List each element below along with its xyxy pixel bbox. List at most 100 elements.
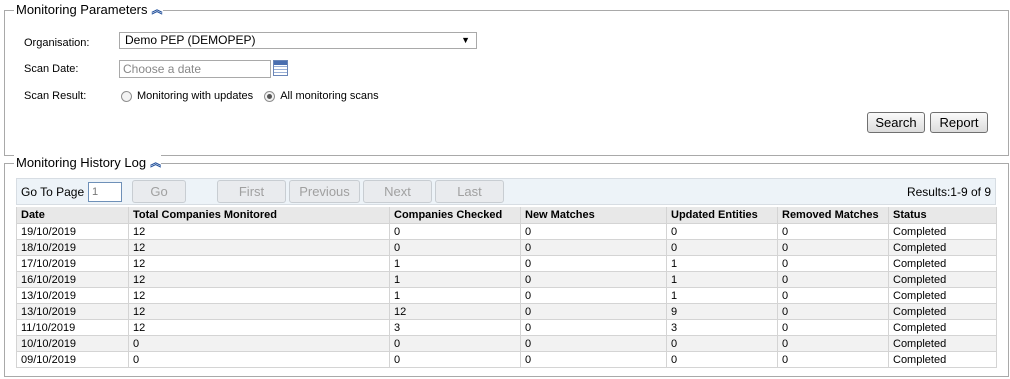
page-number-input[interactable]: 1 <box>88 182 122 202</box>
column-header[interactable]: Updated Entities <box>666 207 778 224</box>
radio-all-monitoring-scans[interactable] <box>264 90 276 102</box>
table-cell: 0 <box>520 319 667 336</box>
table-cell: 0 <box>520 351 667 368</box>
go-to-page-label: Go To Page <box>21 185 85 199</box>
table-cell: 0 <box>520 239 667 256</box>
table-cell: 0 <box>666 239 778 256</box>
table-cell: 1 <box>666 271 778 288</box>
table-cell: 0 <box>666 335 778 352</box>
table-cell: 1 <box>389 271 521 288</box>
table-row[interactable]: 13/10/2019 12 12 0 9 0 Completed <box>16 303 997 320</box>
go-button[interactable]: Go <box>132 180 186 203</box>
table-cell: 0 <box>777 239 889 256</box>
column-header[interactable]: Companies Checked <box>389 207 521 224</box>
table-cell: 0 <box>777 319 889 336</box>
radio-label-all-monitoring-scans: All monitoring scans <box>280 90 379 102</box>
table-cell: Completed <box>888 271 997 288</box>
radio-label-monitoring-with-updates: Monitoring with updates <box>137 90 254 102</box>
previous-page-button[interactable]: Previous <box>289 180 360 203</box>
table-cell: 18/10/2019 <box>16 239 129 256</box>
table-cell: 16/10/2019 <box>16 271 129 288</box>
table-cell: 0 <box>128 335 390 352</box>
table-row[interactable]: 11/10/2019 12 3 0 3 0 Completed <box>16 319 997 336</box>
column-header[interactable]: Total Companies Monitored <box>128 207 390 224</box>
panel-title: Monitoring History Log <box>16 155 147 170</box>
panel-title: Monitoring Parameters <box>16 2 148 17</box>
dropdown-arrow-icon: ▼ <box>461 35 470 45</box>
table-cell: 12 <box>128 239 390 256</box>
table-cell: 12 <box>128 303 390 320</box>
first-page-button[interactable]: First <box>217 180 286 203</box>
monitoring-history-legend[interactable]: Monitoring History Log ︽ <box>14 155 162 170</box>
next-page-button[interactable]: Next <box>363 180 432 203</box>
table-cell: 0 <box>777 271 889 288</box>
table-cell: Completed <box>888 335 997 352</box>
report-button[interactable]: Report <box>930 112 988 133</box>
column-header[interactable]: Removed Matches <box>777 207 889 224</box>
table-row[interactable]: 10/10/2019 0 0 0 0 0 Completed <box>16 335 997 352</box>
scan-date-input[interactable]: Choose a date <box>119 60 271 78</box>
table-cell: 3 <box>666 319 778 336</box>
table-cell: 17/10/2019 <box>16 255 129 272</box>
history-table: Date Total Companies Monitored Companies C… <box>16 207 997 368</box>
table-cell: 9 <box>666 303 778 320</box>
table-row[interactable]: 18/10/2019 12 0 0 0 0 Completed <box>16 239 997 256</box>
table-cell: 0 <box>389 223 521 240</box>
table-cell: Completed <box>888 303 997 320</box>
table-cell: 12 <box>128 223 390 240</box>
table-cell: 19/10/2019 <box>16 223 129 240</box>
table-row[interactable]: 13/10/2019 12 1 0 1 0 Completed <box>16 287 997 304</box>
table-cell: 12 <box>128 319 390 336</box>
table-cell: 0 <box>777 335 889 352</box>
table-cell: 12 <box>128 255 390 272</box>
table-cell: 0 <box>777 223 889 240</box>
column-header[interactable]: Date <box>16 207 129 224</box>
table-cell: 0 <box>666 351 778 368</box>
double-chevron-up-icon[interactable]: ︽ <box>152 4 163 15</box>
table-row[interactable]: 16/10/2019 12 1 0 1 0 Completed <box>16 271 997 288</box>
table-cell: 0 <box>520 255 667 272</box>
table-cell: 13/10/2019 <box>16 303 129 320</box>
table-cell: 0 <box>389 335 521 352</box>
table-cell: 12 <box>389 303 521 320</box>
table-cell: 0 <box>777 255 889 272</box>
table-cell: 1 <box>666 255 778 272</box>
column-header[interactable]: Status <box>888 207 997 224</box>
scan-result-label: Scan Result: <box>24 90 87 102</box>
table-cell: 3 <box>389 319 521 336</box>
table-cell: 13/10/2019 <box>16 287 129 304</box>
table-cell: 0 <box>520 271 667 288</box>
table-cell: 0 <box>389 239 521 256</box>
radio-monitoring-with-updates[interactable] <box>121 90 132 102</box>
table-cell: Completed <box>888 255 997 272</box>
column-header[interactable]: New Matches <box>520 207 667 224</box>
monitoring-parameters-legend[interactable]: Monitoring Parameters ︽ <box>14 2 163 17</box>
organisation-select[interactable]: Demo PEP (DEMOPEP) ▼ <box>119 32 477 49</box>
calendar-icon[interactable] <box>273 60 288 76</box>
table-cell: 0 <box>128 351 390 368</box>
organisation-label: Organisation: <box>24 37 90 49</box>
double-chevron-up-icon[interactable]: ︽ <box>150 157 161 168</box>
table-body: 19/10/2019 12 0 0 0 0 Completed 18/10/2019 12 0 0 0… <box>16 223 997 368</box>
pager-toolbar: Go To Page 1 Go First Previous Next Last… <box>16 178 996 205</box>
table-row[interactable]: 17/10/2019 12 1 0 1 0 Completed <box>16 255 997 272</box>
table-cell: 0 <box>777 351 889 368</box>
scan-result-radio-group: Monitoring with updates All monitoring s… <box>121 90 379 102</box>
table-cell: Completed <box>888 319 997 336</box>
table-cell: 12 <box>128 287 390 304</box>
table-cell: 0 <box>777 303 889 320</box>
table-row[interactable]: 19/10/2019 12 0 0 0 0 Completed <box>16 223 997 240</box>
scan-date-label: Scan Date: <box>24 63 79 75</box>
last-page-button[interactable]: Last <box>435 180 504 203</box>
table-cell: 0 <box>520 223 667 240</box>
table-header-row: Date Total Companies Monitored Companies C… <box>16 207 997 224</box>
table-cell: 0 <box>389 351 521 368</box>
search-button[interactable]: Search <box>867 112 925 133</box>
table-cell: 1 <box>389 287 521 304</box>
table-cell: 11/10/2019 <box>16 319 129 336</box>
table-cell: 0 <box>520 287 667 304</box>
table-cell: 1 <box>389 255 521 272</box>
table-row[interactable]: 09/10/2019 0 0 0 0 0 Completed <box>16 351 997 368</box>
table-cell: 0 <box>777 287 889 304</box>
organisation-value: Demo PEP (DEMOPEP) <box>125 33 256 47</box>
